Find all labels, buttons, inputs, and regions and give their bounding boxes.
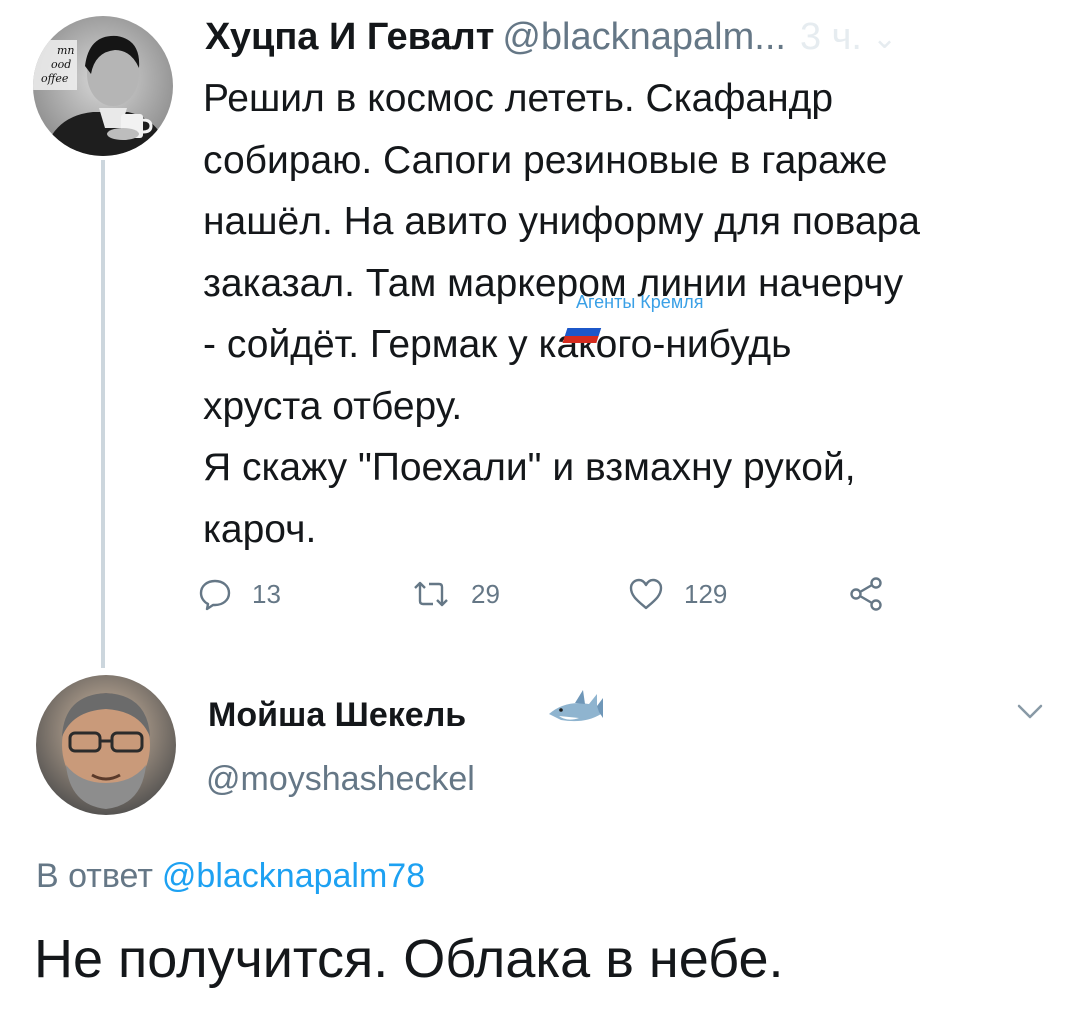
reply-context: В ответ @blacknapalm78 (36, 855, 425, 897)
tweet-text-line: Решил в космос лететь. Скафандр (203, 77, 834, 120)
retweet-count: 29 (471, 578, 500, 609)
tweet-text-line: Я скажу "Поехали" и взмахну рукой, (203, 446, 856, 489)
like-button[interactable]: 129 (628, 568, 727, 620)
overlay-label: Агенты Кремля (576, 292, 704, 312)
reply-tweet-text: Не получится. Облака в небе. (34, 929, 784, 989)
retweet-icon (414, 581, 448, 607)
tweet-text-line: собираю. Сапоги резиновые в гараже (203, 138, 888, 182)
tweet-text-line: кароч. (203, 507, 317, 551)
avatar-text-1: mn (57, 44, 75, 57)
tweet-text-line: нашёл. На авито униформу для повара (203, 200, 920, 243)
tweet-text-line: - сойдёт. Гермак у какого-нибудь (203, 323, 792, 366)
reply-author-avatar[interactable] (36, 675, 176, 815)
avatar-text-3: offee (41, 72, 69, 85)
reply-author-name[interactable]: Мойша Шекель (208, 694, 466, 736)
chevron-down-icon[interactable] (1015, 700, 1045, 724)
author-handle[interactable]: @blacknapalm... (502, 16, 786, 58)
avatar-text-2: ood (51, 58, 71, 71)
author-avatar[interactable]: mn ood offee (33, 16, 173, 156)
tweet1-action-bar: 13 29 129 (198, 568, 918, 620)
shark-icon (549, 690, 603, 722)
like-count: 129 (684, 578, 728, 609)
russian-flag-icon (562, 321, 604, 343)
heart-icon (629, 578, 663, 610)
reply-mention-link[interactable]: @blacknapalm78 (162, 857, 425, 895)
author-name[interactable]: Хуцпа И Гевалт (205, 16, 494, 58)
tweet-timestamp[interactable]: 3 ч. (800, 16, 862, 58)
retweet-button[interactable]: 29 (411, 568, 500, 620)
avatar-photo-bw: mn ood offee (33, 16, 173, 156)
tweet1-header: Хуцпа И Гевалт @blacknapalm... 3 ч. ⌄ (205, 14, 897, 62)
reply-button[interactable]: 13 (198, 568, 281, 620)
reply-icon (199, 579, 231, 611)
reply-prefix: В ответ (36, 857, 153, 895)
chevron-down-icon[interactable]: ⌄ (872, 16, 897, 62)
reply-count: 13 (252, 578, 281, 609)
share-icon (850, 577, 882, 611)
tweet1-text: Решил в космос лететь. Скафандр собираю.… (203, 68, 1063, 560)
avatar-photo-portrait (36, 675, 176, 815)
tweet-text-line: хруста отберу. (203, 384, 463, 428)
share-button[interactable] (848, 568, 884, 620)
thread-connector-line (101, 160, 105, 668)
reply-author-handle[interactable]: @moyshasheckel (206, 758, 475, 800)
